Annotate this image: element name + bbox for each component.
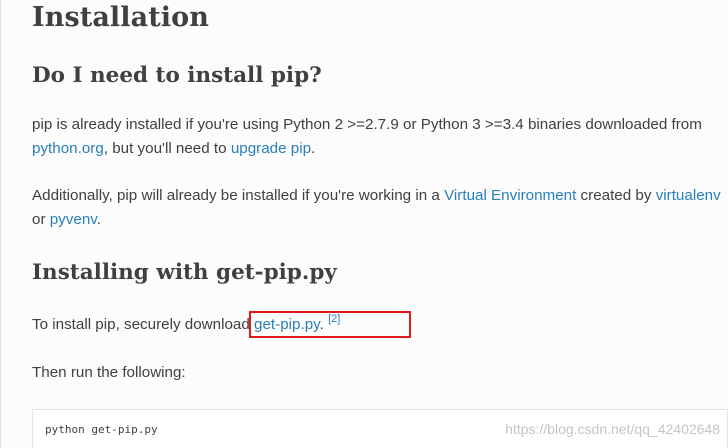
link-pyvenv[interactable]: pyvenv xyxy=(50,211,97,228)
paragraph-run-following: Then run the following: xyxy=(32,361,722,385)
link-python-org[interactable]: python.org xyxy=(32,140,104,157)
text: Additionally, pip will already be instal… xyxy=(32,187,445,204)
page-title: Installation xyxy=(32,2,210,33)
text: To install pip, securely download xyxy=(32,316,255,333)
text: . xyxy=(311,139,316,157)
text: created by xyxy=(576,187,656,204)
text: pip is already installed if you're using… xyxy=(32,116,702,133)
text: or xyxy=(32,210,50,228)
link-virtualenv[interactable]: virtualenv xyxy=(656,187,721,204)
paragraph-virtual-env: Additionally, pip will already be instal… xyxy=(32,184,722,231)
left-border xyxy=(0,0,1,448)
documentation-page: Installation Do I need to install pip? p… xyxy=(0,0,728,448)
text: . xyxy=(96,210,101,228)
code-command: python get-pip.py xyxy=(45,423,158,436)
text: , but you'll need to xyxy=(103,139,231,157)
section-heading-get-pip: Installing with get-pip.py xyxy=(32,260,337,285)
link-upgrade-pip[interactable]: upgrade pip xyxy=(231,140,311,157)
watermark-text: https://blog.csdn.net/qq_42402648 xyxy=(505,421,720,437)
link-virtual-environment[interactable]: Virtual Environment xyxy=(444,187,576,204)
paragraph-already-installed: pip is already installed if you're using… xyxy=(32,113,722,160)
section-heading-need-pip: Do I need to install pip? xyxy=(32,63,322,88)
text: Then run the following: xyxy=(32,364,186,381)
red-highlight-box xyxy=(249,311,411,338)
